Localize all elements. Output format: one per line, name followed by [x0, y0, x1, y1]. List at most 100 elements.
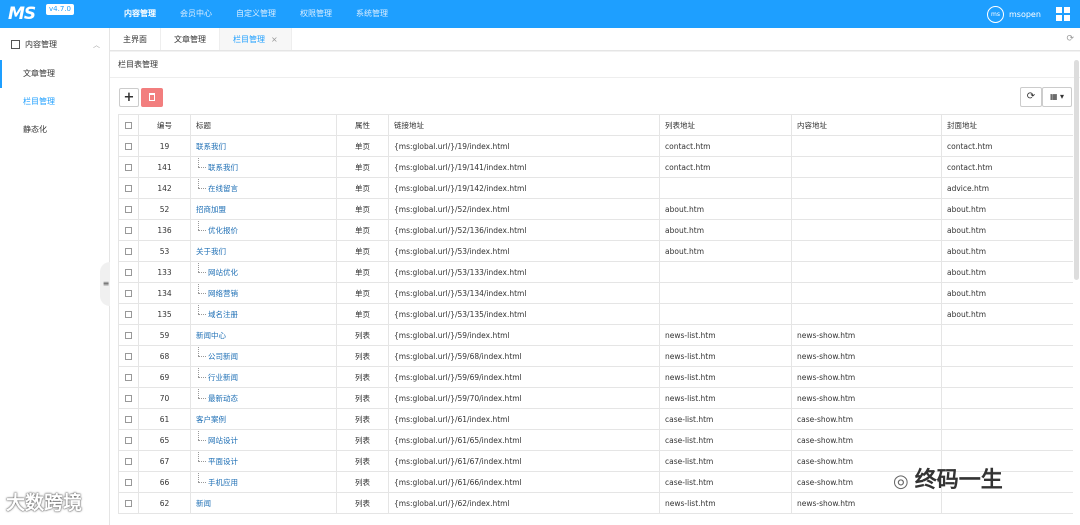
table-row[interactable]: 61 客户案例 列表 {ms:global.url/}/61/index.html ca… [118, 408, 1073, 430]
table-row[interactable]: 142 在线留言 单页 {ms:global.url/}/19/142/index.h… [118, 177, 1073, 199]
app-logo[interactable]: MS [8, 4, 36, 24]
apps-grid-icon[interactable] [1056, 7, 1070, 21]
title-link[interactable]: 网站优化 [196, 262, 238, 278]
table-row[interactable]: 19 联系我们 单页 {ms:global.url/}/19/index.html co… [118, 135, 1073, 157]
title-link[interactable]: 客户案例 [196, 414, 226, 425]
row-checkbox[interactable] [118, 345, 139, 367]
cell-title[interactable]: 手机应用 [190, 471, 337, 493]
row-checkbox[interactable] [118, 177, 139, 199]
table-row[interactable]: 62 新闻 列表 {ms:global.url/}/62/index.html news… [118, 492, 1073, 514]
table-row[interactable]: 53 关于我们 单页 {ms:global.url/}/53/index.html ab… [118, 240, 1073, 262]
header-id[interactable]: 编号 [138, 114, 191, 136]
row-checkbox[interactable] [118, 261, 139, 283]
topnav-custom[interactable]: 自定义管理 [224, 0, 288, 28]
header-title[interactable]: 标题 [190, 114, 337, 136]
title-link[interactable]: 网络营销 [196, 283, 238, 299]
cell-title[interactable]: 新闻 [190, 492, 337, 514]
cell-title[interactable]: 网站设计 [190, 429, 337, 451]
topnav-system[interactable]: 系统管理 [344, 0, 400, 28]
row-checkbox[interactable] [118, 471, 139, 493]
cell-title[interactable]: 联系我们 [190, 156, 337, 178]
title-link[interactable]: 域名注册 [196, 304, 238, 320]
title-link[interactable]: 网站设计 [196, 430, 238, 446]
header-content[interactable]: 内容地址 [791, 114, 942, 136]
header-cover[interactable]: 封面地址 [941, 114, 1073, 136]
row-checkbox[interactable] [118, 303, 139, 325]
row-checkbox[interactable] [118, 198, 139, 220]
title-link[interactable]: 新闻 [196, 498, 211, 509]
row-checkbox[interactable] [118, 240, 139, 262]
title-link[interactable]: 在线留言 [196, 178, 238, 194]
refresh-button[interactable]: ⟳ [1020, 87, 1042, 107]
cell-title[interactable]: 新闻中心 [190, 324, 337, 346]
row-checkbox[interactable] [118, 492, 139, 514]
row-checkbox[interactable] [118, 219, 139, 241]
title-link[interactable]: 招商加盟 [196, 204, 226, 215]
table-row[interactable]: 69 行业新闻 列表 {ms:global.url/}/59/69/index.htm… [118, 366, 1073, 388]
table-row[interactable]: 135 域名注册 单页 {ms:global.url/}/53/135/index.h… [118, 303, 1073, 325]
close-icon[interactable]: × [271, 35, 278, 44]
row-checkbox[interactable] [118, 282, 139, 304]
title-link[interactable]: 优化报价 [196, 220, 238, 236]
cell-title[interactable]: 公司新闻 [190, 345, 337, 367]
cell-title[interactable]: 联系我们 [190, 135, 337, 157]
cell-title[interactable]: 关于我们 [190, 240, 337, 262]
cell-title[interactable]: 行业新闻 [190, 366, 337, 388]
cell-title[interactable]: 最新动态 [190, 387, 337, 409]
row-checkbox[interactable] [118, 450, 139, 472]
header-url[interactable]: 链接地址 [388, 114, 660, 136]
tab-articles[interactable]: 文章管理 [161, 28, 220, 50]
table-row[interactable]: 136 优化报价 单页 {ms:global.url/}/52/136/index.h… [118, 219, 1073, 241]
columns-toggle-button[interactable]: ▦ ▾ [1042, 87, 1072, 107]
sidebar-item-columns[interactable]: 栏目管理 [0, 88, 109, 116]
scrollbar[interactable] [1074, 60, 1079, 280]
topnav-content[interactable]: 内容管理 [112, 0, 168, 28]
row-checkbox[interactable] [118, 324, 139, 346]
row-checkbox[interactable] [118, 408, 139, 430]
title-link[interactable]: 新闻中心 [196, 330, 226, 341]
table-row[interactable]: 70 最新动态 列表 {ms:global.url/}/59/70/index.htm… [118, 387, 1073, 409]
title-link[interactable]: 平面设计 [196, 451, 238, 467]
table-row[interactable]: 52 招商加盟 单页 {ms:global.url/}/52/index.html ab… [118, 198, 1073, 220]
user-menu[interactable]: ms msopen [987, 6, 1041, 23]
tab-refresh-icon[interactable]: ⟳ [1066, 34, 1074, 44]
table-row[interactable]: 133 网站优化 单页 {ms:global.url/}/53/133/index.h… [118, 261, 1073, 283]
title-link[interactable]: 行业新闻 [196, 367, 238, 383]
add-button[interactable]: + [119, 88, 139, 107]
title-link[interactable]: 最新动态 [196, 388, 238, 404]
cell-title[interactable]: 优化报价 [190, 219, 337, 241]
topnav-members[interactable]: 会员中心 [168, 0, 224, 28]
table-row[interactable]: 141 联系我们 单页 {ms:global.url/}/19/141/index.h… [118, 156, 1073, 178]
tab-columns[interactable]: 栏目管理 × [220, 28, 292, 50]
row-checkbox[interactable] [118, 156, 139, 178]
topnav-permissions[interactable]: 权限管理 [288, 0, 344, 28]
row-checkbox[interactable] [118, 429, 139, 451]
cell-title[interactable]: 网站优化 [190, 261, 337, 283]
select-all-checkbox[interactable] [118, 114, 139, 136]
table-row[interactable]: 65 网站设计 列表 {ms:global.url/}/61/65/index.htm… [118, 429, 1073, 451]
cell-title[interactable]: 网络营销 [190, 282, 337, 304]
cell-title[interactable]: 域名注册 [190, 303, 337, 325]
table-row[interactable]: 134 网络营销 单页 {ms:global.url/}/53/134/index.h… [118, 282, 1073, 304]
title-link[interactable]: 联系我们 [196, 141, 226, 152]
header-list[interactable]: 列表地址 [659, 114, 792, 136]
table-row[interactable]: 68 公司新闻 列表 {ms:global.url/}/59/68/index.htm… [118, 345, 1073, 367]
row-checkbox[interactable] [118, 387, 139, 409]
cell-title[interactable]: 客户案例 [190, 408, 337, 430]
delete-button[interactable] [141, 88, 163, 107]
header-attr[interactable]: 属性 [336, 114, 389, 136]
table-row[interactable]: 59 新闻中心 列表 {ms:global.url/}/59/index.html ne… [118, 324, 1073, 346]
cell-title[interactable]: 在线留言 [190, 177, 337, 199]
sidebar-item-articles[interactable]: 文章管理 [0, 60, 109, 88]
title-link[interactable]: 联系我们 [196, 157, 238, 173]
sidebar-item-static[interactable]: 静态化 [0, 116, 109, 144]
row-checkbox[interactable] [118, 135, 139, 157]
title-link[interactable]: 公司新闻 [196, 346, 238, 362]
row-checkbox[interactable] [118, 366, 139, 388]
cell-title[interactable]: 招商加盟 [190, 198, 337, 220]
tab-home[interactable]: 主界面 [110, 28, 161, 50]
cell-title[interactable]: 平面设计 [190, 450, 337, 472]
title-link[interactable]: 关于我们 [196, 246, 226, 257]
sidebar-group-content[interactable]: 内容管理 ︿ [0, 28, 109, 60]
title-link[interactable]: 手机应用 [196, 472, 238, 488]
